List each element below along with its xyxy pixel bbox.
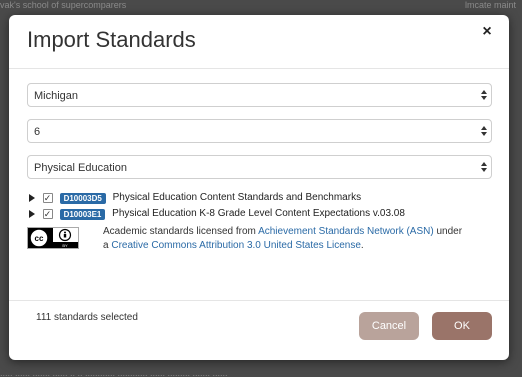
license-prefix: Academic standards licensed from bbox=[103, 226, 259, 237]
backdrop-link: lmcate maint bbox=[464, 0, 516, 10]
dialog-title: Import Standards bbox=[27, 27, 196, 52]
standard-row: ✓ D10003E1 Physical Education K-8 Grade … bbox=[27, 207, 405, 221]
select-caret-icon bbox=[481, 162, 487, 172]
svg-text:BY: BY bbox=[62, 243, 68, 248]
footer-divider bbox=[9, 300, 509, 301]
standard-label: Physical Education K-8 Grade Level Conte… bbox=[112, 208, 405, 219]
license-suffix: . bbox=[360, 240, 364, 251]
standard-code-badge: D10003D5 bbox=[59, 192, 106, 204]
svg-text:cc: cc bbox=[35, 234, 44, 243]
selected-count: 111 standards selected bbox=[36, 312, 138, 323]
header-divider bbox=[9, 68, 509, 69]
grade-select-value: 6 bbox=[34, 126, 41, 138]
backdrop-footer: ..... ...... ....... ...... .. .. ......… bbox=[0, 369, 228, 377]
select-caret-icon bbox=[481, 126, 487, 136]
standard-checkbox[interactable]: ✓ bbox=[42, 209, 53, 219]
standard-code-badge: D10003E1 bbox=[59, 208, 106, 220]
close-icon[interactable]: × bbox=[478, 23, 496, 41]
license-middle: under bbox=[433, 226, 463, 237]
standard-checkbox[interactable]: ✓ bbox=[42, 193, 53, 203]
grade-select[interactable]: 6 bbox=[27, 119, 492, 143]
state-select[interactable]: Michigan bbox=[27, 83, 492, 107]
cancel-button[interactable]: Cancel bbox=[359, 312, 419, 340]
expand-arrow-icon[interactable] bbox=[27, 208, 37, 220]
expand-arrow-icon[interactable] bbox=[27, 192, 37, 204]
ok-button[interactable]: OK bbox=[432, 312, 492, 340]
state-select-value: Michigan bbox=[34, 90, 79, 102]
select-caret-icon bbox=[481, 90, 487, 100]
import-standards-dialog: Import Standards × Michigan 6 Physical E… bbox=[9, 15, 509, 360]
backdrop-title: vak's school of supercomparers bbox=[0, 0, 127, 10]
subject-select-value: Physical Education bbox=[34, 162, 127, 174]
subject-select[interactable]: Physical Education bbox=[27, 155, 492, 179]
standard-row: ✓ D10003D5 Physical Education Content St… bbox=[27, 191, 361, 205]
standard-label: Physical Education Content Standards and… bbox=[112, 192, 362, 203]
asn-link[interactable]: Achievement Standards Network (ASN) bbox=[258, 226, 434, 237]
creative-commons-by-icon: cc BY bbox=[27, 227, 79, 249]
license-section: cc BY Academic standards licensed from A… bbox=[27, 225, 497, 255]
license-text: Academic standards licensed from Achieve… bbox=[103, 225, 498, 253]
backdrop-header: vak's school of supercomparers lmcate ma… bbox=[0, 0, 522, 10]
cc-license-link[interactable]: Creative Commons Attribution 3.0 United … bbox=[111, 240, 361, 251]
